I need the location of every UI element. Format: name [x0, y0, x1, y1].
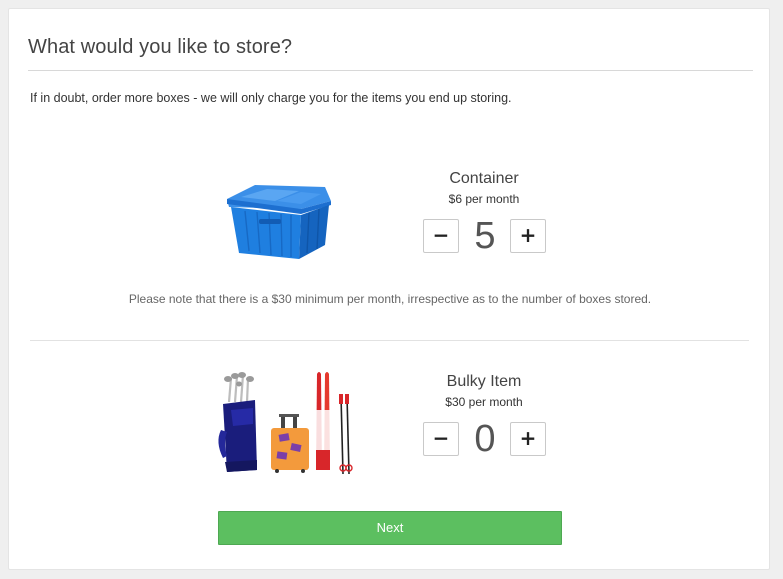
bulky-item-name: Bulky Item: [446, 373, 522, 390]
title-divider: [28, 70, 753, 71]
container-decrement-button[interactable]: −: [423, 219, 459, 253]
bulky-item-price: $30 per month: [445, 395, 523, 409]
bulky-item-info: Bulky Item $30 per month: [409, 373, 559, 409]
bulky-item-increment-button[interactable]: +: [510, 422, 546, 456]
container-increment-button[interactable]: +: [510, 219, 546, 253]
next-button[interactable]: Next: [218, 511, 562, 545]
container-info: Container $6 per month: [409, 170, 559, 206]
storage-selection-card: What would you like to store? If in doub…: [8, 8, 770, 570]
container-quantity-value: 5: [474, 215, 496, 257]
container-name: Container: [449, 170, 519, 187]
bulky-items-image: [215, 370, 355, 475]
section-divider: [30, 340, 749, 341]
container-price: $6 per month: [448, 192, 520, 206]
intro-text: If in doubt, order more boxes - we will …: [30, 91, 512, 105]
page-title: What would you like to store?: [28, 36, 293, 58]
bulky-item-quantity-stepper: − 0 +: [423, 420, 573, 458]
bulky-item-quantity-value: 0: [474, 418, 496, 460]
bulky-item-decrement-button[interactable]: −: [423, 422, 459, 456]
container-image: [221, 179, 335, 261]
container-quantity-stepper: − 5 +: [423, 217, 573, 255]
minimum-charge-note: Please note that there is a $30 minimum …: [128, 292, 652, 306]
